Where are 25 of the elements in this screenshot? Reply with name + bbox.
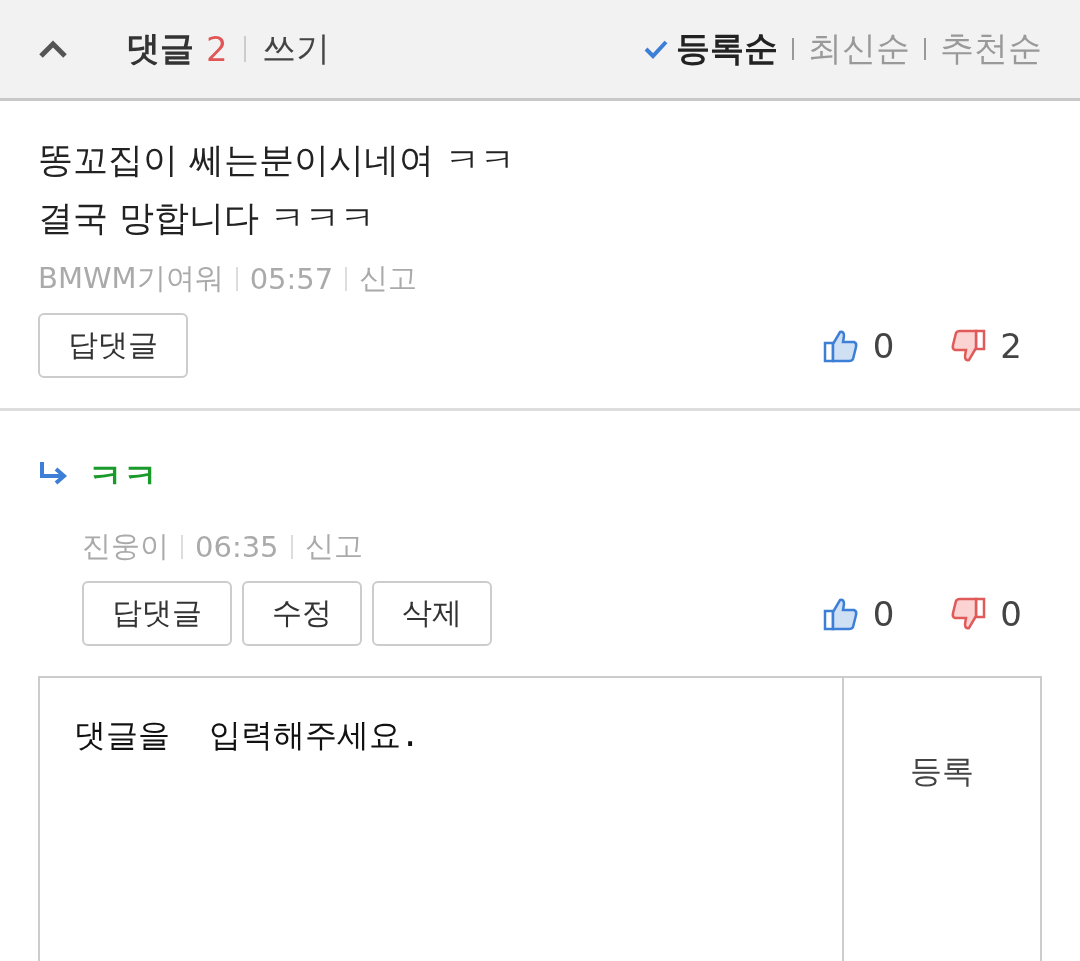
like-count: 0 [872,593,895,634]
action-button[interactable]: 수정 [242,581,362,646]
comment-count: 2 [206,29,228,69]
collapse-icon[interactable] [38,39,68,59]
write-link[interactable]: 쓰기 [261,26,330,72]
sort-option[interactable]: 등록순 [676,26,778,72]
comment-author: 진웅이 [82,528,169,565]
comment-time: 06:35 [195,530,279,564]
submit-button[interactable]: 등록 [844,676,1042,961]
action-button[interactable]: 답댓글 [38,313,188,378]
dislike-count: 0 [1000,593,1022,634]
thumbs-down-icon[interactable] [950,595,987,632]
comment-time: 05:57 [249,262,334,296]
reply-arrow-icon [38,460,68,486]
comment-text: 똥꼬집이 쎄는분이시네여 ㅋㅋ 결국 망합니다 ㅋㅋㅋ [38,139,516,240]
like-count: 0 [872,325,895,366]
check-icon [644,39,668,59]
dislike-count: 2 [1000,325,1022,366]
thumbs-down-icon[interactable] [950,327,987,364]
action-button[interactable]: 삭제 [372,581,492,646]
comments-title: 댓글 [126,27,194,70]
action-button[interactable]: 답댓글 [82,581,232,646]
comment-input[interactable]: 댓글을 입력해주세요. [38,676,844,961]
comment-author: BMWM기여워 [38,260,224,297]
comment-text: ㅋㅋ [88,455,158,498]
